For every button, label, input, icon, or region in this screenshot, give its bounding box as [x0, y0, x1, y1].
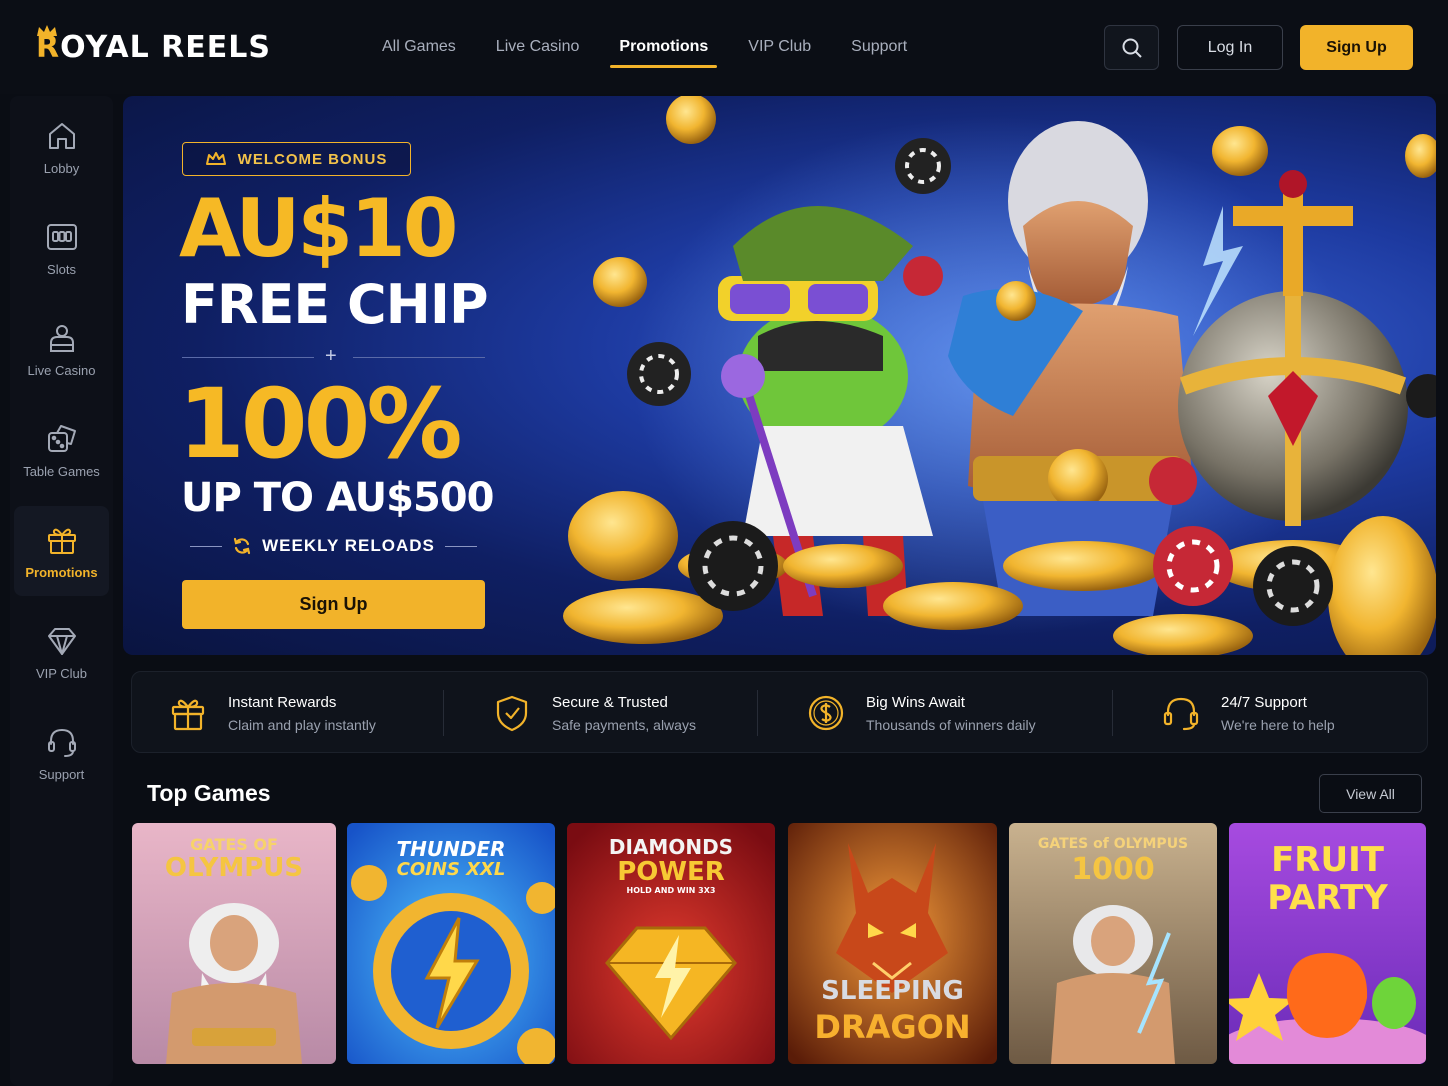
sidebar-item-slots[interactable]: Slots: [14, 203, 109, 293]
plus-divider: +: [182, 345, 485, 367]
game-tagline: HOLD AND WIN 3X3: [626, 886, 716, 895]
headset-icon: [1163, 697, 1199, 731]
feature-support: 24/7 Support We're here to help: [1161, 672, 1335, 754]
search-button[interactable]: [1104, 25, 1159, 70]
refresh-icon: [234, 537, 251, 555]
main-nav: All Games Live Casino Promotions VIP Clu…: [362, 28, 927, 68]
feature-subtitle: Thousands of winners daily: [866, 716, 1036, 733]
crown-icon: [37, 25, 57, 36]
sidebar-item-support[interactable]: Support: [14, 708, 109, 798]
game-title-line2: DRAGON: [814, 1008, 971, 1046]
game-tile-gates-of-olympus[interactable]: GATES OF OLYMPUS: [132, 823, 336, 1064]
dollar-coin-icon: [808, 695, 844, 731]
nav-all-games[interactable]: All Games: [362, 28, 476, 66]
game-tile-sleeping-dragon[interactable]: SLEEPING DRAGON: [788, 823, 997, 1064]
game-title-line2: POWER: [617, 857, 725, 887]
match-cap: UP TO AU$500: [181, 475, 494, 521]
match-percent: 100%: [178, 368, 463, 480]
game-title-line2: PARTY: [1267, 878, 1388, 918]
gift-icon: [171, 699, 205, 731]
feature-subtitle: Safe payments, always: [552, 716, 696, 733]
sidebar-label: Promotions: [25, 564, 98, 580]
top-bar: ROYAL REELS All Games Live Casino Promot…: [0, 0, 1448, 94]
feature-instant-rewards: Instant Rewards Claim and play instantly: [168, 672, 376, 754]
welcome-bonus-badge: WELCOME BONUS: [182, 142, 411, 176]
game-title-line2: COINS XXL: [396, 859, 506, 880]
bonus-subtitle: FREE CHIP: [181, 273, 489, 336]
signup-button[interactable]: Sign Up: [1300, 25, 1413, 70]
game-title-line1: DIAMONDS: [608, 835, 734, 859]
hero-signup-button[interactable]: Sign Up: [182, 580, 485, 629]
login-button[interactable]: Log In: [1177, 25, 1283, 70]
gift-icon: [47, 528, 76, 554]
feature-big-wins: Big Wins Await Thousands of winners dail…: [806, 672, 1036, 754]
brand-name: ROYAL REELS: [36, 30, 271, 65]
game-title-line1: GATES OF: [190, 835, 278, 854]
feature-title: Secure & Trusted: [552, 693, 668, 711]
game-title-line1: FRUIT: [1271, 840, 1384, 880]
dice-icon: [47, 424, 76, 452]
top-games-title: Top Games: [147, 780, 271, 806]
headset-icon: [47, 728, 76, 757]
diamond-icon: [47, 627, 76, 655]
game-title-line2: OLYMPUS: [164, 853, 304, 883]
feature-title: 24/7 Support: [1221, 693, 1307, 711]
slot-machine-icon: [46, 223, 77, 250]
game-tile-fruit-party[interactable]: FRUIT PARTY: [1229, 823, 1426, 1064]
sidebar-item-table-games[interactable]: Table Games: [14, 405, 109, 495]
game-title-line1: THUNDER: [396, 837, 506, 861]
sidebar-label: Support: [38, 766, 85, 782]
feature-secure-trusted: Secure & Trusted Safe payments, always: [492, 672, 696, 754]
game-tile-gates-of-olympus-1000[interactable]: GATES of OLYMPUS 1000: [1009, 823, 1217, 1064]
live-dealer-icon: [49, 324, 74, 352]
feature-title: Instant Rewards: [228, 693, 337, 711]
game-title-line1: GATES of OLYMPUS: [1037, 836, 1189, 852]
crown-icon: [205, 152, 226, 165]
sidebar-label: Slots: [47, 261, 76, 277]
weekly-reloads: WEEKLY RELOADS: [182, 534, 485, 558]
sidebar-label: Table Games: [23, 463, 100, 479]
game-tile-diamonds-power[interactable]: DIAMONDS POWER HOLD AND WIN 3X3: [567, 823, 775, 1064]
weekly-label: WEEKLY RELOADS: [262, 536, 435, 555]
feature-title: Big Wins Await: [866, 693, 965, 711]
bonus-amount: AU$10: [179, 182, 458, 275]
brand-logo[interactable]: ROYAL REELS: [36, 25, 271, 70]
nav-vip-club[interactable]: VIP Club: [728, 28, 831, 66]
hero-banner: WELCOME BONUS AU$10 FREE CHIP + 100% UP …: [123, 96, 1436, 655]
view-all-button[interactable]: View All: [1319, 774, 1422, 813]
sidebar-item-vip-club[interactable]: VIP Club: [14, 607, 109, 697]
badge-label: WELCOME BONUS: [237, 150, 388, 168]
sidebar-label: Lobby: [43, 160, 80, 176]
nav-support[interactable]: Support: [831, 28, 927, 66]
search-icon: [1122, 38, 1142, 58]
plus-sign: +: [325, 345, 337, 367]
sidebar-item-live-casino[interactable]: Live Casino: [14, 304, 109, 394]
features-strip: Instant Rewards Claim and play instantly…: [131, 671, 1428, 753]
sidebar-item-promotions[interactable]: Promotions: [14, 506, 109, 596]
sidebar-label: VIP Club: [35, 665, 88, 681]
feature-subtitle: We're here to help: [1221, 716, 1335, 733]
sidebar-label: Live Casino: [27, 362, 96, 378]
game-title-line2: 1000: [1071, 852, 1155, 887]
home-icon: [48, 122, 75, 149]
game-title-line1: SLEEPING: [821, 976, 964, 1006]
nav-promotions[interactable]: Promotions: [599, 28, 728, 68]
shield-check-icon: [496, 695, 528, 732]
nav-live-casino[interactable]: Live Casino: [476, 28, 600, 66]
game-tile-thunder-coins[interactable]: THUNDER COINS XXL: [347, 823, 555, 1064]
feature-subtitle: Claim and play instantly: [228, 716, 376, 733]
sidebar-item-lobby[interactable]: Lobby: [14, 102, 109, 192]
sidebar: Lobby Slots Live Casino Table Games Prom…: [10, 96, 113, 1086]
